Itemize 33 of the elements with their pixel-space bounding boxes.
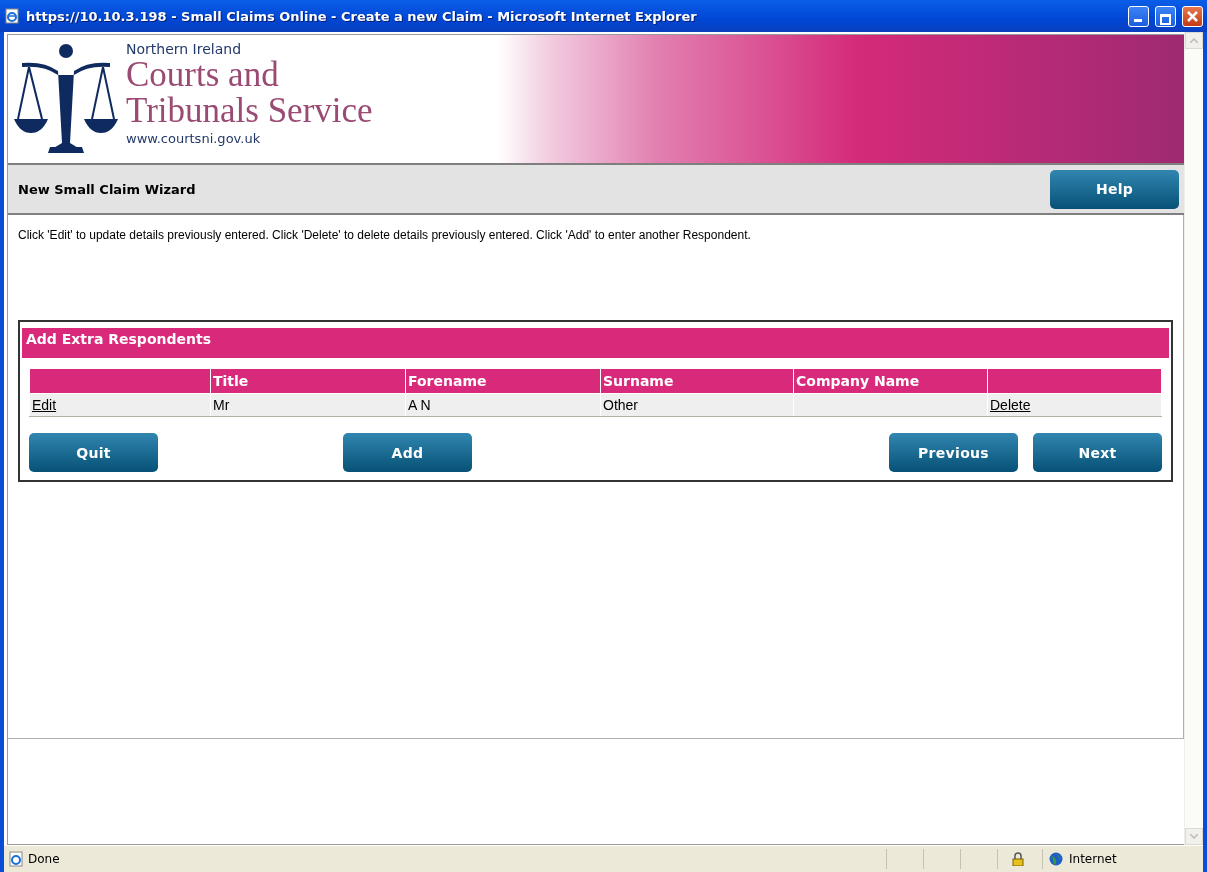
panel-title: Add Extra Respondents (22, 328, 1169, 358)
table-cell: A N (405, 393, 601, 417)
security-zone: Internet (1069, 852, 1117, 866)
column-header: Title (210, 368, 406, 394)
column-header: Surname (600, 368, 794, 394)
help-button[interactable]: Help (1050, 169, 1179, 209)
wizard-title: New Small Claim Wizard (18, 181, 196, 197)
wizard-button[interactable]: Previous (889, 433, 1018, 472)
globe-icon (1049, 852, 1063, 866)
window-title: https://10.10.3.198 - Small Claims Online - Create a new Claim - Microsoft Internet Explorer (26, 8, 698, 24)
column-header: Forename (405, 368, 601, 394)
region-text: Northern Ireland (126, 41, 243, 57)
table-cell: Mr (210, 393, 406, 417)
organisation-name: Courts and (126, 57, 280, 93)
edit-link[interactable]: Edit (32, 397, 57, 413)
wizard-button[interactable]: Quit (29, 433, 158, 472)
page-icon (8, 851, 24, 867)
padlock-icon (1012, 852, 1024, 866)
wizard-button[interactable]: Next (1033, 433, 1162, 472)
column-header: Company Name (793, 368, 988, 394)
table-cell: Other (600, 393, 794, 417)
minimize-button[interactable] (1128, 5, 1149, 27)
close-button[interactable] (1182, 5, 1203, 27)
instruction-text: Click 'Edit' to update details previously entered. Click 'Delete' to delete details previously entered. Click 'Add' to enter another Respondent. (18, 228, 752, 242)
wizard-button[interactable]: Add (343, 433, 472, 472)
organisation-name: Tribunals Service (126, 93, 373, 129)
status-text: Done (28, 852, 60, 866)
website-url: www.courtsni.gov.uk (126, 131, 262, 146)
scales-icon (14, 43, 118, 153)
scrollbar[interactable] (1184, 32, 1203, 845)
restore-button[interactable] (1155, 5, 1176, 27)
browser-icon (4, 8, 20, 24)
delete-link[interactable]: Delete (990, 397, 1031, 413)
